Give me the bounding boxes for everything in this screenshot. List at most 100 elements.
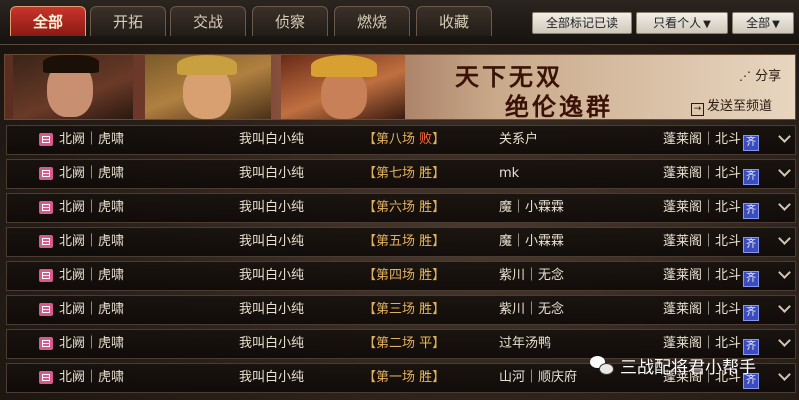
chevron-down-icon[interactable]: [777, 369, 791, 383]
share-icon: ⋰: [739, 69, 751, 83]
filter-all-dropdown[interactable]: 全部 ▼: [732, 12, 794, 34]
report-opponent: mk: [499, 166, 520, 181]
chevron-down-icon[interactable]: [777, 199, 791, 213]
tab-expand[interactable]: 开拓: [90, 6, 166, 36]
report-battle: 【第三场 胜】: [363, 296, 445, 324]
top-bar: 全部 开拓 交战 侦察 燃烧 收藏 全部标记已读 只看个人 ▼ 全部 ▼: [0, 0, 799, 45]
report-battle-round: 【第七场: [363, 166, 420, 181]
general-portrait-2: [145, 55, 271, 119]
report-row[interactable]: 北阙｜虎啸 我叫白小纯 【第六场 胜】 魔｜小霖霖 蓬莱阁｜北斗齐: [6, 193, 796, 223]
report-result: 胜: [419, 166, 433, 181]
report-row[interactable]: 北阙｜虎啸 我叫白小纯 【第八场 败】 关系户 蓬莱阁｜北斗齐: [6, 125, 796, 155]
report-server-name: 蓬莱阁｜北斗: [663, 336, 742, 351]
report-player: 我叫白小纯: [239, 200, 305, 215]
report-row[interactable]: 北阙｜虎啸 我叫白小纯 【第五场 胜】 魔｜小霖霖 蓬莱阁｜北斗齐: [6, 227, 796, 257]
report-opponent: 紫川｜无念: [499, 302, 565, 317]
report-battle: 【第一场 胜】: [363, 364, 445, 392]
report-battle-close: 】: [432, 336, 446, 351]
report-opponent: 山河｜顺庆府: [499, 370, 578, 385]
chevron-down-icon[interactable]: [777, 131, 791, 145]
mail-icon: [39, 235, 53, 248]
faction-tag: 齐: [743, 203, 760, 219]
mark-all-read-button[interactable]: 全部标记已读: [532, 12, 632, 34]
tab-combat[interactable]: 交战: [170, 6, 246, 36]
send-to-channel-button[interactable]: → 发送至频道: [691, 95, 772, 116]
report-opponent: 关系户: [499, 132, 539, 147]
report-battle-close: 】: [432, 132, 446, 147]
report-result: 胜: [419, 200, 433, 215]
tab-favorites[interactable]: 收藏: [416, 6, 492, 36]
mail-icon: [39, 201, 53, 214]
send-icon: →: [691, 103, 704, 116]
report-row[interactable]: 北阙｜虎啸 我叫白小纯 【第七场 胜】 mk 蓬莱阁｜北斗齐: [6, 159, 796, 189]
report-server: 蓬莱阁｜北斗齐: [663, 126, 760, 154]
report-server-name: 蓬莱阁｜北斗: [663, 132, 742, 147]
general-portrait-3: [281, 55, 405, 119]
report-server: 蓬莱阁｜北斗齐: [663, 296, 760, 324]
chevron-down-icon[interactable]: [777, 335, 791, 349]
mail-icon: [39, 269, 53, 282]
report-player: 我叫白小纯: [239, 268, 305, 283]
report-battle: 【第八场 败】: [363, 126, 445, 154]
faction-tag: 齐: [743, 305, 760, 321]
report-player: 我叫白小纯: [239, 234, 305, 249]
report-result: 平: [419, 336, 433, 351]
chevron-down-icon[interactable]: [777, 301, 791, 315]
filter-personal-dropdown[interactable]: 只看个人 ▼: [636, 12, 728, 34]
report-player: 我叫白小纯: [239, 302, 305, 317]
report-player: 我叫白小纯: [239, 166, 305, 181]
faction-tag: 齐: [743, 237, 760, 253]
chevron-down-icon[interactable]: [777, 267, 791, 281]
report-result: 胜: [419, 234, 433, 249]
report-result: 胜: [419, 302, 433, 317]
watermark: 三战配将君小帮手: [590, 350, 756, 380]
report-battle-close: 】: [432, 268, 446, 283]
report-row[interactable]: 北阙｜虎啸 我叫白小纯 【第三场 胜】 紫川｜无念 蓬莱阁｜北斗齐: [6, 295, 796, 325]
report-battle-close: 】: [432, 166, 446, 181]
report-location: 北阙｜虎啸: [59, 336, 125, 351]
report-battle-round: 【第八场: [363, 132, 420, 147]
report-battle: 【第四场 胜】: [363, 262, 445, 290]
mail-icon: [39, 133, 53, 146]
report-opponent: 魔｜小霖霖: [499, 234, 565, 249]
report-battle-round: 【第四场: [363, 268, 420, 283]
chevron-down-icon[interactable]: [777, 233, 791, 247]
wechat-icon: [590, 354, 614, 376]
send-to-channel-label: 发送至频道: [707, 99, 773, 114]
report-battle-close: 】: [432, 234, 446, 249]
share-button[interactable]: ⋰ 分享: [739, 65, 781, 84]
report-battle: 【第二场 平】: [363, 330, 445, 358]
report-banner: 天下无双 绝伦逸群 ⋰ 分享 → 发送至频道: [4, 54, 796, 120]
report-result: 胜: [419, 268, 433, 283]
report-row[interactable]: 北阙｜虎啸 我叫白小纯 【第四场 胜】 紫川｜无念 蓬莱阁｜北斗齐: [6, 261, 796, 291]
filter-personal-label: 只看个人: [653, 16, 702, 30]
tab-scout[interactable]: 侦察: [252, 6, 328, 36]
chevron-down-icon[interactable]: [777, 165, 791, 179]
report-battle: 【第六场 胜】: [363, 194, 445, 222]
report-server-name: 蓬莱阁｜北斗: [663, 234, 742, 249]
tab-burn[interactable]: 燃烧: [334, 6, 410, 36]
tab-all[interactable]: 全部: [10, 6, 86, 36]
report-battle-close: 】: [432, 302, 446, 317]
faction-tag: 齐: [743, 271, 760, 287]
report-result: 胜: [419, 370, 433, 385]
mail-icon: [39, 303, 53, 316]
filter-all-label: 全部: [746, 16, 771, 30]
report-opponent: 过年汤鸭: [499, 336, 552, 351]
report-player: 我叫白小纯: [239, 132, 305, 147]
report-location: 北阙｜虎啸: [59, 302, 125, 317]
caret-down-icon: ▼: [703, 19, 711, 30]
faction-tag: 齐: [743, 135, 760, 151]
report-opponent: 紫川｜无念: [499, 268, 565, 283]
report-server-name: 蓬莱阁｜北斗: [663, 302, 742, 317]
general-portrait-1: [13, 55, 133, 119]
report-location: 北阙｜虎啸: [59, 370, 125, 385]
caret-down-icon: ▼: [772, 19, 780, 30]
report-server: 蓬莱阁｜北斗齐: [663, 262, 760, 290]
report-server-name: 蓬莱阁｜北斗: [663, 268, 742, 283]
report-server: 蓬莱阁｜北斗齐: [663, 160, 760, 188]
watermark-text: 三战配将君小帮手: [620, 357, 756, 378]
report-opponent: 魔｜小霖霖: [499, 200, 565, 215]
report-server: 蓬莱阁｜北斗齐: [663, 194, 760, 222]
report-location: 北阙｜虎啸: [59, 234, 125, 249]
